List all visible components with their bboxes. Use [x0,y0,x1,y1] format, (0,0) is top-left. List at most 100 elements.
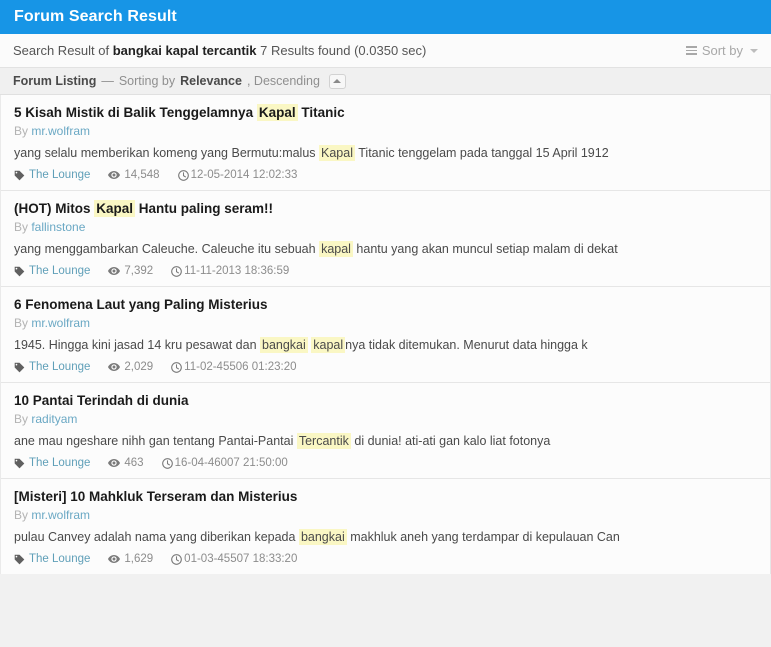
title-bar: Forum Search Result [0,0,771,34]
sort-direction: , Descending [246,74,320,88]
text-fragment: yang menggambarkan Caleuche. Caleuche it… [14,242,320,256]
eye-icon [108,458,121,468]
tag-icon [14,554,25,565]
forum-listing-label: Forum Listing [13,74,97,88]
meta-forum[interactable]: The Lounge [14,456,90,470]
search-query: bangkai kapal tercantik [112,43,257,58]
meta-views: 7,392 [108,264,153,278]
result-author-link[interactable]: mr.wolfram [31,316,90,330]
result-meta: The Lounge 463 16-04-46007 21:50:00 [14,456,757,470]
text-fragment: Hantu paling seram!! [135,201,274,216]
text-fragment: makhluk aneh yang terdampar di kepulauan… [346,530,620,544]
date-label: 11-02-45506 01:23:20 [184,361,297,373]
result-item[interactable]: 6 Fenomena Laut yang Paling Misterius By … [1,287,770,383]
result-snippet: yang menggambarkan Caleuche. Caleuche it… [14,241,757,258]
meta-forum[interactable]: The Lounge [14,360,90,374]
result-title-link[interactable]: 5 Kisah Mistik di Balik Tenggelamnya Kap… [14,104,757,121]
clock-icon [171,361,183,373]
eye-icon [108,266,121,276]
result-meta: The Lounge 7,392 11-11-2013 18:36:59 [14,264,757,278]
forum-label[interactable]: The Lounge [29,168,90,182]
tag-icon [14,170,25,181]
summary-suffix: 7 Results found (0.0350 sec) [260,43,427,58]
meta-forum[interactable]: The Lounge [14,264,90,278]
result-author-line: By radityam [14,412,757,426]
result-item[interactable]: (HOT) Mitos Kapal Hantu paling seram!! By… [1,191,770,287]
search-term-highlight: Kapal [256,104,298,121]
collapse-toggle-button[interactable] [328,73,346,89]
result-snippet: 1945. Hingga kini jasad 14 kru pesawat d… [14,337,757,354]
clock-icon [171,265,183,277]
meta-date: 11-11-2013 18:36:59 [171,264,289,278]
date-label: 11-11-2013 18:36:59 [184,265,290,277]
meta-forum[interactable]: The Lounge [14,168,90,182]
chevron-down-icon [750,48,758,53]
result-snippet: pulau Canvey adalah nama yang diberikan … [14,529,757,546]
eye-icon [108,554,121,564]
meta-views: 14,548 [108,168,160,182]
by-label: By [14,124,32,138]
forum-label[interactable]: The Lounge [29,456,90,470]
result-author-link[interactable]: mr.wolfram [31,508,90,522]
tag-icon [14,458,25,469]
search-summary-bar: Search Result of bangkai kapal tercantik… [0,34,771,68]
meta-views: 463 [108,456,144,470]
tag-icon [14,362,25,373]
sorting-prefix: Sorting by [118,74,176,88]
result-title-link[interactable]: [Misteri] 10 Mahkluk Terseram dan Mister… [14,488,757,505]
date-label: 12-05-2014 12:02:33 [190,169,298,181]
text-fragment: 6 Fenomena Laut yang Paling Misterius [14,297,268,312]
meta-date: 16-04-46007 21:50:00 [161,456,288,470]
sort-field: Relevance [180,74,242,88]
results-list: 5 Kisah Mistik di Balik Tenggelamnya Kap… [0,95,771,574]
search-term-highlight: kapal [319,241,353,257]
meta-forum[interactable]: The Lounge [14,552,90,566]
result-meta: The Lounge 14,548 12-05-2014 12:02:33 [14,168,757,182]
tag-icon [14,266,25,277]
forum-label[interactable]: The Lounge [29,264,90,278]
by-label: By [14,412,32,426]
result-author-link[interactable]: mr.wolfram [31,124,90,138]
summary-prefix: Search Result of [13,43,110,58]
text-fragment: ane mau ngeshare nihh gan tentang Pantai… [14,434,297,448]
forum-label[interactable]: The Lounge [29,360,90,374]
page-title: Forum Search Result [14,8,177,25]
text-fragment: yang selalu memberikan komeng yang Bermu… [14,146,320,160]
clock-icon [161,457,173,469]
eye-icon [108,362,121,372]
result-author-line: By mr.wolfram [14,316,757,330]
search-term-highlight: kapal [311,337,346,353]
result-author-link[interactable]: radityam [31,412,77,426]
result-snippet: ane mau ngeshare nihh gan tentang Pantai… [14,433,757,450]
result-title-link[interactable]: 10 Pantai Terindah di dunia [14,392,757,409]
by-label: By [14,220,32,234]
search-term-highlight: bangkai [260,337,308,353]
meta-date: 12-05-2014 12:02:33 [177,168,298,182]
date-label: 01-03-45507 18:33:20 [184,553,298,565]
result-item[interactable]: 10 Pantai Terindah di dunia By radityam an… [1,383,770,479]
result-author-link[interactable]: fallinstone [31,220,85,234]
meta-date: 01-03-45507 18:33:20 [171,552,297,566]
forum-label[interactable]: The Lounge [29,552,90,566]
text-fragment: pulau Canvey adalah nama yang diberikan … [14,530,299,544]
text-fragment: 5 Kisah Mistik di Balik Tenggelamnya [14,105,257,120]
listing-dash: — [101,74,114,88]
clock-icon [171,553,183,565]
result-meta: The Lounge 1,629 01-03-45507 18:33:20 [14,552,757,566]
meta-date: 11-02-45506 01:23:20 [171,360,297,374]
meta-views: 1,629 [108,552,153,566]
text-fragment: 10 Pantai Terindah di dunia [14,393,189,408]
result-author-line: By mr.wolfram [14,124,757,138]
views-label: 7,392 [124,265,154,277]
views-label: 14,548 [124,169,160,181]
views-label: 1,629 [124,553,154,565]
result-title-link[interactable]: 6 Fenomena Laut yang Paling Misterius [14,296,757,313]
list-icon [685,46,697,55]
result-item[interactable]: 5 Kisah Mistik di Balik Tenggelamnya Kap… [1,95,770,191]
by-label: By [14,316,32,330]
search-results-page: Forum Search Result Search Result of ban… [0,0,771,647]
sort-by-button[interactable]: Sort by [685,43,758,58]
result-title-link[interactable]: (HOT) Mitos Kapal Hantu paling seram!! [14,200,757,217]
result-item[interactable]: [Misteri] 10 Mahkluk Terseram dan Mister… [1,479,770,574]
search-term-highlight: bangkai [298,529,347,545]
